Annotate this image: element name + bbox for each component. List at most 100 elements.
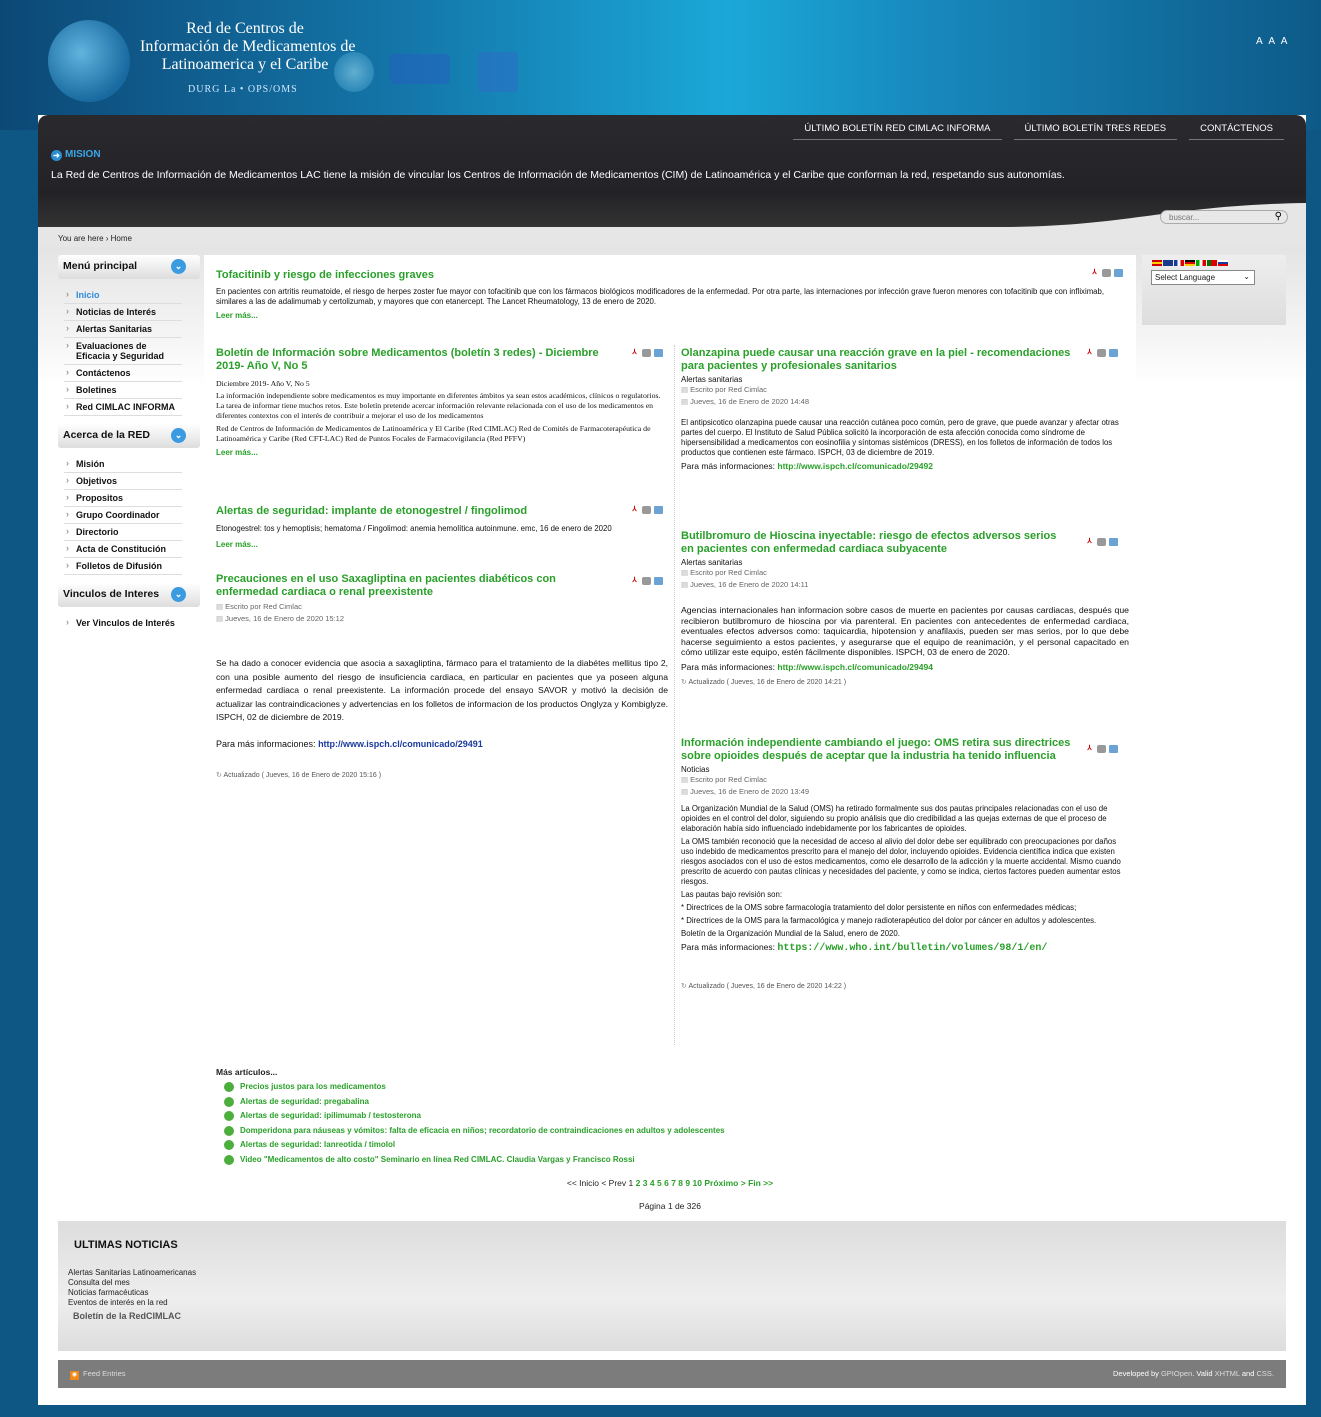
site-logo[interactable]: Red de Centros de Información de Medicam… <box>48 18 355 108</box>
more-info-link[interactable]: https://www.who.int/bulletin/volumes/98/… <box>777 943 1047 954</box>
flag-ru-icon[interactable] <box>1218 260 1228 266</box>
sidebar-item-folletos[interactable]: Folletos de Difusión <box>64 558 182 575</box>
email-icon[interactable] <box>1114 269 1123 277</box>
print-icon[interactable] <box>642 577 651 585</box>
pdf-icon[interactable]: ⅄ <box>1090 269 1099 277</box>
print-icon[interactable] <box>1097 349 1106 357</box>
sidebar-item-alertas[interactable]: Alertas Sanitarias <box>64 321 182 338</box>
print-icon[interactable] <box>1097 745 1106 753</box>
sidebar-item-cimlac-informa[interactable]: Red CIMLAC INFORMA <box>64 399 182 416</box>
search-input[interactable] <box>1169 212 1269 223</box>
article-title[interactable]: Alertas de seguridad: implante de etonog… <box>216 505 664 518</box>
news-link[interactable]: Alertas Sanitarias Latinoamericanas <box>68 1268 196 1278</box>
credits-org-link[interactable]: GPIOpen <box>1161 1369 1192 1378</box>
read-more-link[interactable]: Leer más... <box>216 311 1124 320</box>
flag-de-icon[interactable] <box>1185 260 1195 266</box>
article-title[interactable]: Información independiente cambiando el j… <box>681 737 1071 763</box>
pagination-page[interactable]: 5 <box>657 1178 662 1188</box>
pdf-icon[interactable]: ⅄ <box>1085 745 1094 753</box>
email-icon[interactable] <box>1109 745 1118 753</box>
email-icon[interactable] <box>1109 538 1118 546</box>
sidebar-item-objetivos[interactable]: Objetivos <box>64 473 182 490</box>
pagination-page[interactable]: 8 <box>678 1178 683 1188</box>
email-icon[interactable] <box>654 506 663 514</box>
sidebar-item-grupo-coordinador[interactable]: Grupo Coordinador <box>64 507 182 524</box>
pdf-icon[interactable]: ⅄ <box>630 349 639 357</box>
sidebar-item-boletines[interactable]: Boletines <box>64 382 182 399</box>
nav-ultimo-boletin-cimlac[interactable]: ÚLTIMO BOLETÍN RED CIMLAC INFORMA <box>793 122 1002 140</box>
more-article-link[interactable]: Alertas de seguridad: lanreotida / timol… <box>224 1140 725 1155</box>
print-icon[interactable] <box>1097 538 1106 546</box>
print-icon[interactable] <box>1102 269 1111 277</box>
pagination-page[interactable]: 7 <box>671 1178 676 1188</box>
pdf-icon[interactable]: ⅄ <box>630 577 639 585</box>
flag-fr-icon[interactable] <box>1174 260 1184 266</box>
feed-entries[interactable]: ◉ Feed Entries <box>70 1369 126 1380</box>
flag-en-icon[interactable] <box>1163 260 1173 266</box>
pdf-icon[interactable]: ⅄ <box>1085 349 1094 357</box>
read-more-link[interactable]: Leer más... <box>216 448 664 457</box>
sidebar-item-inicio[interactable]: Inicio <box>64 287 182 304</box>
pagination-page[interactable]: 3 <box>643 1178 648 1188</box>
search-icon[interactable]: ⚲ <box>1275 211 1282 222</box>
sidebar-item-ver-vinculos[interactable]: Ver Vinculos de Interés <box>64 615 182 631</box>
pagination-page[interactable]: 4 <box>650 1178 655 1188</box>
sidebar-item-contactenos[interactable]: Contáctenos <box>64 365 182 382</box>
read-more-link[interactable]: Leer más... <box>216 540 664 549</box>
news-link[interactable]: Eventos de interés en la red <box>68 1298 196 1308</box>
email-icon[interactable] <box>654 349 663 357</box>
flag-es-icon[interactable] <box>1152 260 1162 266</box>
xhtml-link[interactable]: XHTML <box>1215 1369 1240 1378</box>
pagination-next[interactable]: Próximo > <box>704 1178 745 1188</box>
pagination-page[interactable]: 10 <box>693 1178 702 1188</box>
sidebar-item-noticias[interactable]: Noticias de Interés <box>64 304 182 321</box>
sidebar-item-mision[interactable]: Misión <box>64 456 182 473</box>
sidebar-item-propositos[interactable]: Propositos <box>64 490 182 507</box>
more-article-link[interactable]: Precios justos para los medicamentos <box>224 1082 725 1097</box>
font-size-controls[interactable]: A A A <box>1256 36 1289 47</box>
more-article-link[interactable]: Alertas de seguridad: ipilimumab / testo… <box>224 1111 725 1126</box>
email-icon[interactable] <box>1109 349 1118 357</box>
article-tools: ⅄ <box>630 506 663 514</box>
more-article-link[interactable]: Video "Medicamentos de alto costo" Semin… <box>224 1154 725 1170</box>
print-icon[interactable] <box>642 349 651 357</box>
flag-it-icon[interactable] <box>1196 260 1206 266</box>
pagination-page[interactable]: 9 <box>685 1178 690 1188</box>
article-title[interactable]: Precauciones en el uso Saxagliptina en p… <box>216 573 616 599</box>
search-box[interactable]: ⚲ <box>1160 210 1288 224</box>
article-body-5: * Directrices de la OMS para la farmacol… <box>681 916 1097 925</box>
article-title[interactable]: Butilbromuro de Hioscina inyectable: rie… <box>681 530 1071 556</box>
nav-contactenos[interactable]: CONTÁCTENOS <box>1189 122 1284 140</box>
more-article-link[interactable]: Domperidona para náuseas y vómitos: falt… <box>224 1125 725 1141</box>
pdf-icon[interactable]: ⅄ <box>630 506 639 514</box>
article-more-info: Para más informaciones: http://www.ispch… <box>216 739 668 749</box>
more-article-link[interactable]: Alertas de seguridad: pregabalina <box>224 1096 725 1112</box>
pagination-prev[interactable]: << Inicio < Prev <box>567 1178 626 1188</box>
sidebar-item-directorio[interactable]: Directorio <box>64 524 182 541</box>
article-body: La información independiente sobre medic… <box>216 391 661 420</box>
pagination-page[interactable]: 2 <box>636 1178 641 1188</box>
print-icon[interactable] <box>642 506 651 514</box>
news-link[interactable]: Noticias farmacéuticas <box>68 1288 196 1298</box>
sidebar-item-acta[interactable]: Acta de Constitución <box>64 541 182 558</box>
nav-ultimo-boletin-tres-redes[interactable]: ÚLTIMO BOLETÍN TRES REDES <box>1013 122 1178 140</box>
news-link[interactable]: Consulta del mes <box>68 1278 196 1288</box>
sidebar: Menú principal ⌄ Inicio Noticias de Inter… <box>58 255 200 661</box>
sidebar-item-evaluaciones[interactable]: Evaluaciones de Eficacia y Seguridad <box>64 338 182 365</box>
article-tools: ⅄ <box>1085 538 1118 546</box>
email-icon[interactable] <box>654 577 663 585</box>
article-title[interactable]: Olanzapina puede causar una reacción gra… <box>681 347 1085 373</box>
more-info-link[interactable]: http://www.ispch.cl/comunicado/29494 <box>777 662 933 672</box>
bulletin-link[interactable]: Boletín de la RedCIMLAC <box>73 1311 196 1321</box>
pagination-last[interactable]: Fin >> <box>748 1178 773 1188</box>
article-title[interactable]: Boletín de Información sobre Medicamento… <box>216 347 616 373</box>
pdf-icon[interactable]: ⅄ <box>1085 538 1094 546</box>
language-select[interactable]: Select Language ⌄ <box>1151 270 1255 285</box>
css-link[interactable]: CSS. <box>1256 1369 1274 1378</box>
article-title[interactable]: Tofacitinib y riesgo de infecciones grav… <box>216 269 1124 282</box>
more-info-link[interactable]: http://www.ispch.cl/comunicado/29491 <box>318 739 483 749</box>
article-date: Jueves, 16 de Enero de 2020 14:11 <box>681 579 1129 591</box>
more-info-link[interactable]: http://www.ispch.cl/comunicado/29492 <box>777 461 933 471</box>
pagination-page[interactable]: 6 <box>664 1178 669 1188</box>
flag-pt-icon[interactable] <box>1207 260 1217 266</box>
